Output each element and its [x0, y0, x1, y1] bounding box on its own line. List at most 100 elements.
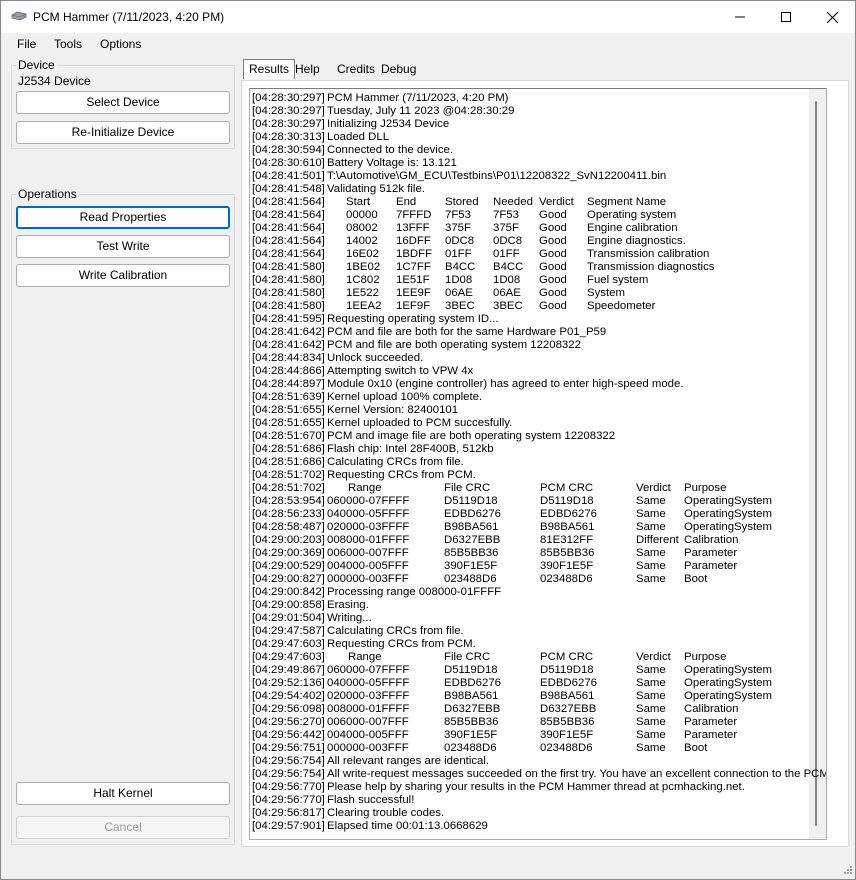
- title-bar[interactable]: PCM Hammer (7/11/2023, 4:20 PM): [1, 1, 855, 33]
- operations-group: Operations: [11, 187, 235, 845]
- log-crc-cell: Same: [636, 495, 666, 507]
- resize-grip-icon[interactable]: [841, 865, 853, 877]
- log-timestamp: [04:28:51:655]: [252, 404, 325, 416]
- log-message: PCM and file are both operating system 1…: [327, 339, 581, 351]
- log-crc-cell: 040000-05FFFF: [327, 508, 410, 520]
- write-calibration-button[interactable]: Write Calibration: [16, 264, 230, 287]
- log-scrollbar-thumb[interactable]: [815, 101, 817, 826]
- log-timestamp: [04:28:58:487]: [252, 521, 325, 533]
- log-crc-cell: 020000-03FFFF: [327, 521, 410, 533]
- log-timestamp: [04:29:56:770]: [252, 794, 325, 806]
- log-segment-cell: Engine diagnostics.: [587, 235, 686, 247]
- reinitialize-device-button[interactable]: Re-Initialize Device: [16, 121, 230, 144]
- menu-options[interactable]: Options: [100, 37, 141, 51]
- tab-credits[interactable]: Credits: [332, 60, 380, 79]
- log-timestamp: [04:29:54:402]: [252, 690, 325, 702]
- log-segment-cell: 0DC8: [445, 235, 475, 247]
- tab-help[interactable]: Help: [290, 60, 325, 79]
- select-device-button[interactable]: Select Device: [16, 91, 230, 114]
- log-timestamp: [04:28:51:686]: [252, 456, 325, 468]
- log-timestamp: [04:28:53:954]: [252, 495, 325, 507]
- log-crc-cell: Same: [636, 573, 666, 585]
- log-crc-cell: D6327EBB: [444, 534, 501, 546]
- tab-debug-log[interactable]: Debug Log: [376, 60, 421, 94]
- log-segment-cell: 1EE9F: [396, 287, 431, 299]
- log-segment-cell: 16E02: [346, 248, 379, 260]
- log-timestamp: [04:28:51:702]: [252, 469, 325, 481]
- log-crc-cell: 004000-005FFF: [327, 729, 409, 741]
- log-message: Requesting CRCs from PCM.: [327, 469, 476, 481]
- log-segment-cell: 1E51F: [396, 274, 430, 286]
- halt-kernel-button[interactable]: Halt Kernel: [16, 782, 230, 805]
- log-crc-cell: 006000-007FFF: [327, 716, 409, 728]
- menu-file[interactable]: File: [17, 37, 36, 51]
- cancel-button[interactable]: Cancel: [16, 816, 230, 839]
- log-segment-cell: 1D08: [493, 274, 521, 286]
- log-message: Kernel upload 100% complete.: [327, 391, 483, 403]
- log-timestamp: [04:29:56:442]: [252, 729, 325, 741]
- log-segment-cell: Speedometer: [587, 300, 656, 312]
- log-crc-cell: OperatingSystem: [684, 677, 772, 689]
- log-crc-cell: 060000-07FFFF: [327, 495, 410, 507]
- log-segment-cell: Transmission diagnostics: [587, 261, 715, 273]
- log-crc-cell: Purpose: [684, 651, 727, 663]
- tab-results[interactable]: Results: [243, 59, 296, 79]
- log-timestamp: [04:28:41:595]: [252, 313, 325, 325]
- close-icon: [826, 11, 838, 24]
- close-button[interactable]: [809, 1, 855, 31]
- log-crc-cell: Range: [348, 482, 382, 494]
- log-timestamp: [04:28:41:580]: [252, 300, 325, 312]
- log-timestamp: [04:29:56:751]: [252, 742, 325, 754]
- log-crc-cell: Parameter: [684, 560, 738, 572]
- log-crc-cell: D6327EBB: [540, 703, 597, 715]
- log-crc-cell: Same: [636, 560, 666, 572]
- log-crc-cell: 004000-005FFF: [327, 560, 409, 572]
- log-timestamp: [04:28:30:297]: [252, 105, 325, 117]
- log-timestamp: [04:28:30:594]: [252, 144, 325, 156]
- log-timestamp: [04:29:01:504]: [252, 612, 325, 624]
- log-crc-cell: 85B5BB36: [444, 716, 499, 728]
- log-segment-cell: 1EEA2: [346, 300, 382, 312]
- log-segment-cell: Good: [539, 261, 567, 273]
- log-timestamp: [04:29:00:203]: [252, 534, 325, 546]
- results-log[interactable]: [04:28:30:297] PCM Hammer (7/11/2023, 4:2…: [249, 88, 827, 840]
- log-segment-cell: 1EF9F: [396, 300, 431, 312]
- log-crc-cell: OperatingSystem: [684, 690, 772, 702]
- log-crc-cell: 023488D6: [540, 742, 593, 754]
- log-timestamp: [04:28:41:548]: [252, 183, 325, 195]
- log-scrollbar[interactable]: [809, 89, 826, 839]
- log-crc-cell: Verdict: [636, 482, 671, 494]
- test-write-button[interactable]: Test Write: [16, 235, 230, 258]
- log-message: Requesting CRCs from PCM.: [327, 638, 476, 650]
- log-segment-cell: 06AE: [445, 287, 473, 299]
- log-message: Please help by sharing your results in t…: [327, 781, 745, 793]
- log-timestamp: [04:29:56:754]: [252, 755, 325, 767]
- log-segment-cell: 1C802: [346, 274, 380, 286]
- log-segment-cell: 3BEC: [493, 300, 523, 312]
- log-segment-cell: 375F: [493, 222, 519, 234]
- menu-tools[interactable]: Tools: [54, 37, 82, 51]
- log-timestamp: [04:29:47:587]: [252, 625, 325, 637]
- log-segment-cell: 375F: [445, 222, 471, 234]
- maximize-button[interactable]: [763, 1, 809, 31]
- minimize-icon: [735, 16, 745, 18]
- log-crc-cell: 020000-03FFFF: [327, 690, 410, 702]
- log-segment-cell: B4CC: [493, 261, 524, 273]
- log-segment-cell: 00000: [346, 209, 378, 221]
- log-message: Erasing.: [327, 599, 369, 611]
- log-timestamp: [04:29:49:867]: [252, 664, 325, 676]
- log-message: PCM Hammer (7/11/2023, 4:20 PM): [327, 92, 509, 104]
- log-timestamp: [04:29:56:754]: [252, 768, 325, 780]
- log-crc-cell: D5119D18: [444, 495, 498, 507]
- read-properties-button[interactable]: Read Properties: [16, 206, 230, 229]
- log-segment-cell: Verdict: [539, 196, 574, 208]
- log-timestamp: [04:29:00:369]: [252, 547, 325, 559]
- log-crc-cell: 81E312FF: [540, 534, 594, 546]
- log-segment-cell: 1D08: [445, 274, 473, 286]
- minimize-button[interactable]: [717, 1, 763, 31]
- log-segment-cell: Good: [539, 222, 567, 234]
- log-crc-cell: D5119D18: [540, 495, 594, 507]
- log-segment-cell: End: [396, 196, 417, 208]
- log-crc-cell: EDBD6276: [540, 508, 597, 520]
- log-segment-cell: Operating system: [587, 209, 677, 221]
